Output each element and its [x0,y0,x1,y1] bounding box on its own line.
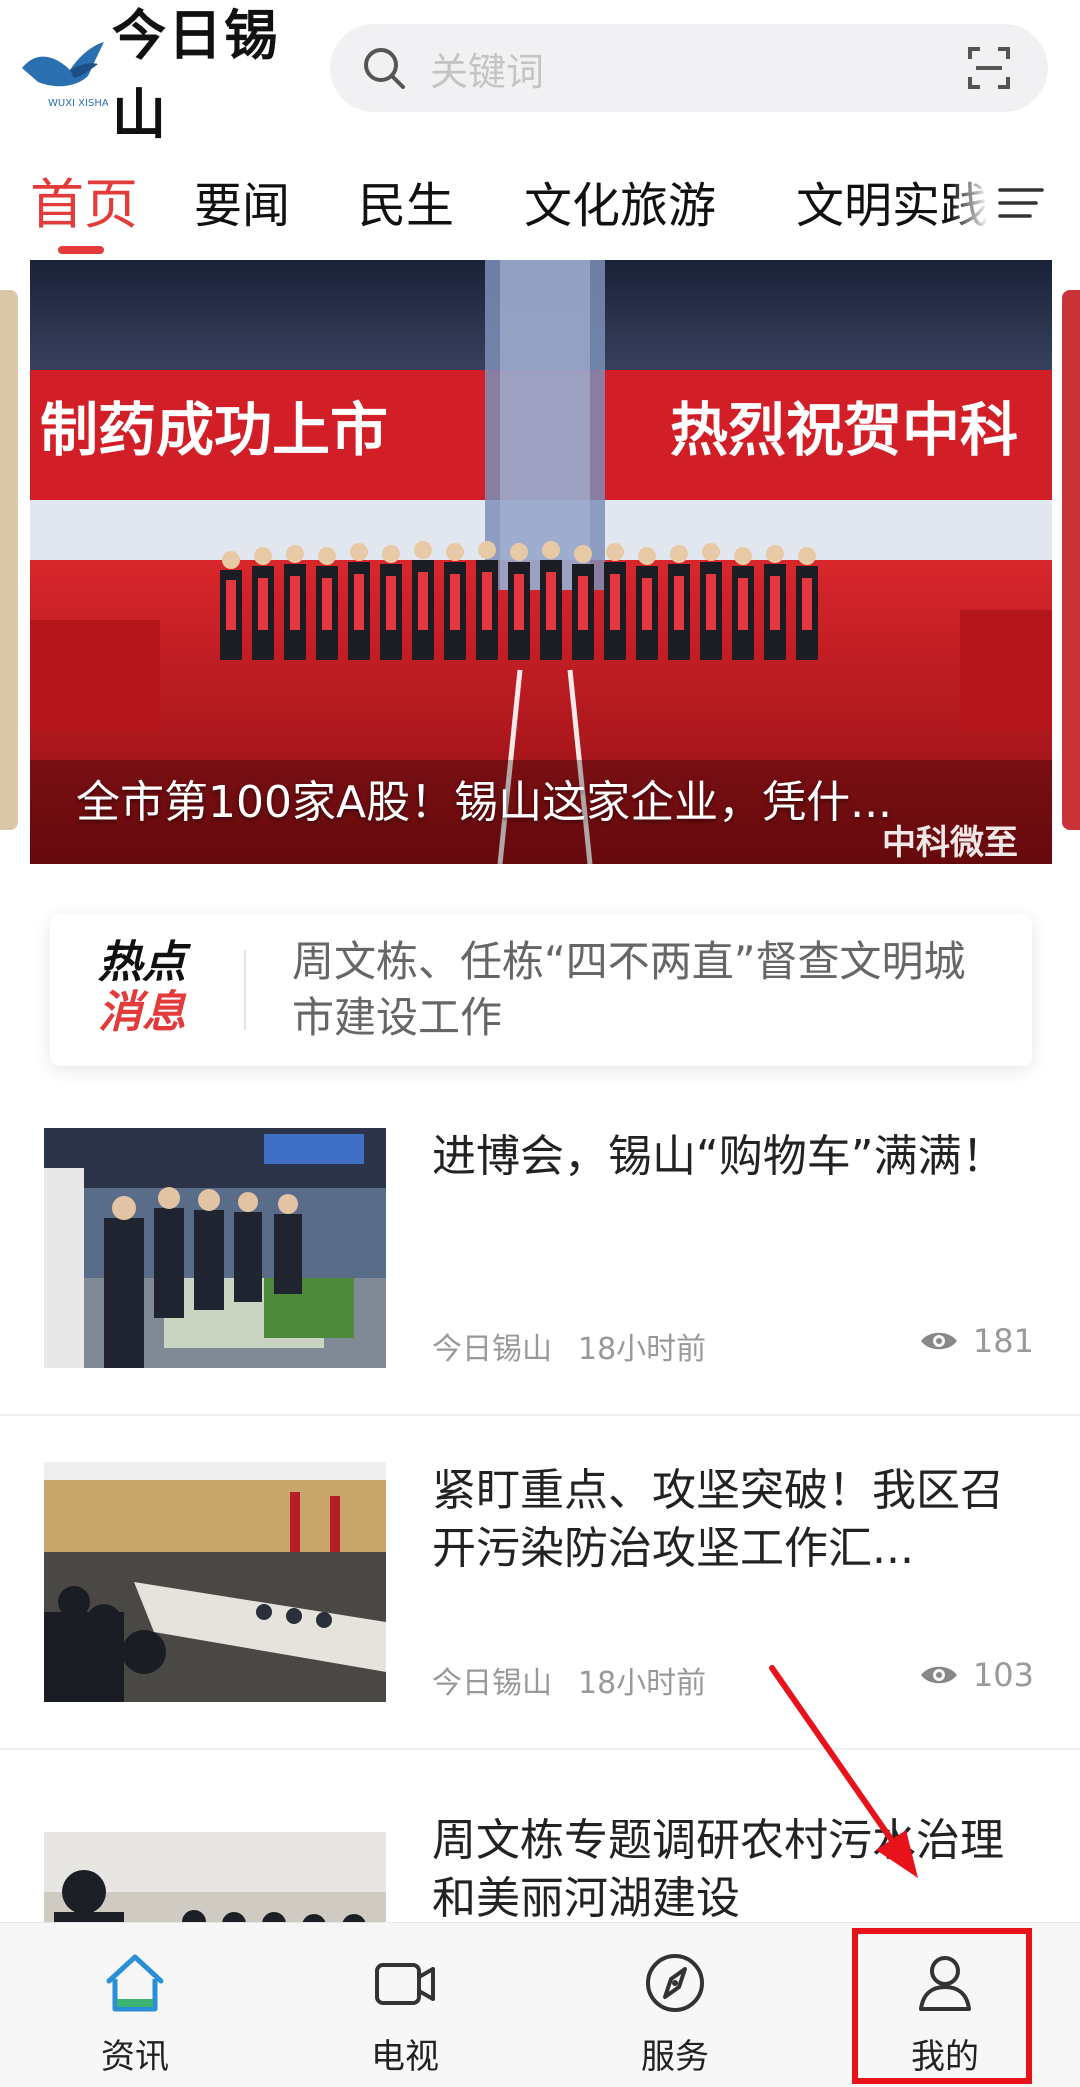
nav-item-services[interactable]: 服务 [540,1923,810,2087]
news-source: 今日锡山 [432,1666,552,1701]
app-logo: WUXI XISHAN 今日锡山 [18,4,318,146]
divider [244,950,246,1030]
badge-line-2: 消息 [98,987,186,1038]
news-meta: 今日锡山 18小时前 [432,1658,732,1702]
tab-culture-tourism[interactable]: 文化旅游 [524,166,716,236]
home-icon [106,1954,164,2012]
scan-icon[interactable] [966,45,1012,91]
news-thumbnail [44,1832,386,1922]
news-list-item[interactable]: 进博会，锡山“购物车”满满！ 今日锡山 18小时前 181 [0,1128,1080,1408]
news-list-item[interactable]: 紧盯重点、攻坚突破！我区召开污染防治攻坚工作汇... 今日锡山 18小时前 103 [0,1462,1080,1742]
nav-label: 服务 [641,2037,709,2077]
carousel-banner[interactable]: 制药成功上市 热烈祝贺中科 全市第100家A股！锡山这家企业，凭什... 中科微… [30,260,1052,864]
category-tabs: 首页 要闻 民生 文化旅游 文明实践 [0,150,1080,260]
video-camera-icon [375,1963,435,2005]
news-title[interactable]: 紧盯重点、攻坚突破！我区召开污染防治攻坚工作汇... [432,1462,1032,1578]
menu-icon[interactable] [996,178,1046,228]
hot-news-text[interactable]: 周文栋、任栋“四不两直”督查文明城市建设工作 [292,934,992,1046]
nav-item-news[interactable]: 资讯 [0,1923,270,2087]
carousel-prev-peek [0,290,18,830]
banner-caption: 全市第100家A股！锡山这家企业，凭什... [76,777,893,828]
view-count-value: 103 [972,1656,1034,1694]
fish-logo-icon: WUXI XISHAN [18,28,116,112]
compass-icon [646,1954,704,2012]
news-title[interactable]: 进博会，锡山“购物车”满满！ [432,1128,1032,1186]
news-thumbnail [44,1128,386,1368]
hot-news-badge: 热点 消息 [98,938,208,1042]
news-thumbnail [44,1462,386,1702]
hot-news-ticker[interactable]: 热点 消息 周文栋、任栋“四不两直”督查文明城市建设工作 [50,914,1032,1066]
badge-line-1: 热点 [98,937,186,988]
tab-home[interactable]: 首页 [30,160,138,239]
eye-icon [920,1666,957,1684]
list-divider [0,1748,1080,1750]
search-bar[interactable]: 关键词 [330,24,1048,112]
svg-text:WUXI XISHAN: WUXI XISHAN [48,98,108,109]
app-name: 今日锡山 [112,4,280,146]
nav-item-tv[interactable]: 电视 [270,1923,540,2087]
view-count: 181 [919,1322,1034,1360]
news-meta: 今日锡山 18小时前 [432,1324,732,1368]
news-time: 18小时前 [578,1666,707,1701]
news-source: 今日锡山 [432,1332,552,1367]
carousel-next-peek [1062,290,1080,830]
search-icon [364,48,405,89]
news-time: 18小时前 [578,1332,707,1367]
list-divider [0,1414,1080,1416]
app-header: WUXI XISHAN 今日锡山 关键词 [0,0,1080,146]
eye-icon [920,1332,957,1350]
news-list-item[interactable]: 周文栋专题调研农村污水治理和美丽河湖建设 [0,1796,1080,1922]
svg-text:制药成功上市: 制药成功上市 [40,396,388,464]
view-count: 103 [919,1656,1034,1694]
active-tab-indicator [58,246,104,254]
tab-livelihood[interactable]: 民生 [358,166,454,236]
annotation-highlight-box [852,1928,1032,2084]
banner-watermark: 中科微至 [882,823,1018,863]
nav-label: 资讯 [101,2037,169,2077]
view-count-value: 181 [972,1322,1034,1360]
news-title[interactable]: 周文栋专题调研农村污水治理和美丽河湖建设 [432,1812,1032,1922]
tab-news[interactable]: 要闻 [194,166,290,236]
svg-text:热烈祝贺中科: 热烈祝贺中科 [670,396,1018,464]
nav-label: 电视 [371,2037,439,2077]
search-input[interactable]: 关键词 [430,41,966,96]
